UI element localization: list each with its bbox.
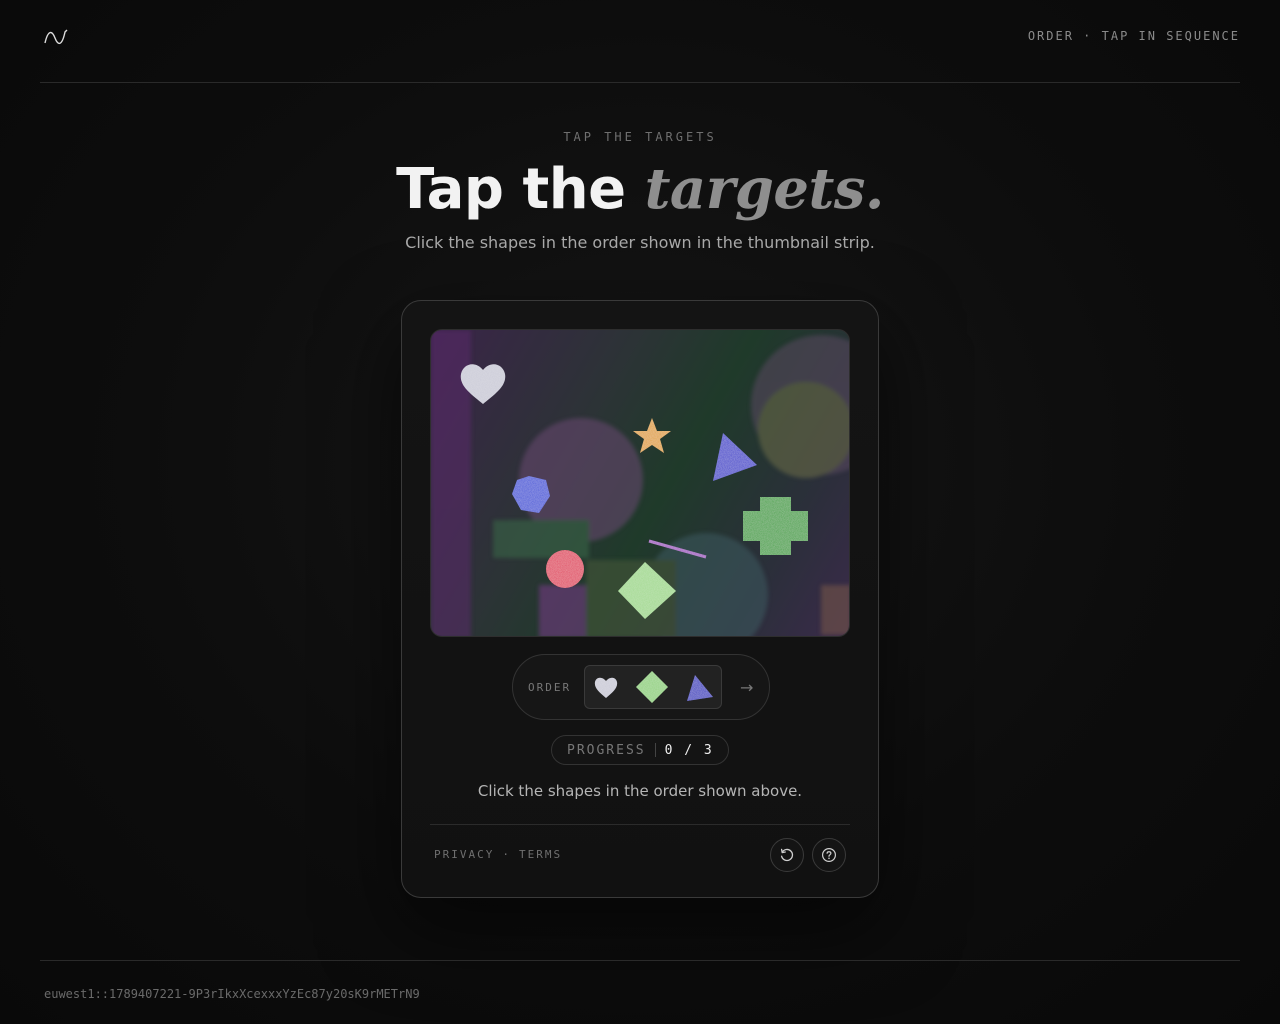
help-icon	[821, 847, 837, 863]
header-tagline: ORDER · TAP IN SEQUENCE	[1027, 29, 1240, 43]
diamond-icon	[635, 671, 668, 703]
order-label: ORDER	[528, 680, 572, 694]
star-shape[interactable]	[633, 418, 671, 453]
footer-divider	[40, 960, 1240, 961]
session-id: euwest1::1789407221-9P3rIkxXcexxxYzEc87y…	[44, 987, 420, 1001]
progress-separator	[654, 743, 656, 757]
order-thumbnails	[584, 665, 722, 709]
headline-accent: targets.	[644, 156, 885, 222]
instruction-text: Click the shapes in the order shown abov…	[477, 782, 803, 800]
order-strip: ORDER →	[512, 654, 770, 720]
progress-label: PROGRESS	[567, 742, 646, 758]
privacy-link[interactable]: PRIVACY	[434, 848, 494, 861]
refresh-icon	[780, 848, 794, 862]
heart-icon	[595, 677, 618, 698]
challenge-canvas-svg[interactable]	[431, 330, 850, 637]
challenge-canvas[interactable]	[430, 329, 850, 637]
help-button[interactable]	[812, 838, 846, 872]
card-divider	[430, 824, 850, 825]
wave-logo-icon[interactable]	[43, 26, 69, 46]
challenge-card: ORDER → PROGRESS 0 / 3 Click the shapes …	[401, 300, 879, 898]
link-separator: ·	[502, 848, 511, 861]
cross-shape[interactable]	[743, 497, 808, 555]
triangle-shape[interactable]	[713, 433, 757, 481]
terms-link[interactable]: TERMS	[519, 848, 562, 861]
page-title: Tap the targets.	[0, 154, 1280, 225]
triangle-icon	[686, 675, 713, 701]
headline-main: Tap the	[396, 157, 626, 222]
arrow-right-icon: →	[740, 677, 754, 697]
page-subtitle: Click the shapes in the order shown in t…	[405, 233, 875, 252]
eyebrow: TAP THE TARGETS	[563, 130, 717, 144]
legal-links: PRIVACY · TERMS	[434, 848, 562, 861]
top-bar: ORDER · TAP IN SEQUENCE	[40, 0, 1240, 83]
hero: TAP THE TARGETS Tap the targets. Click t…	[0, 130, 1280, 252]
circle-shape[interactable]	[546, 550, 584, 588]
refresh-button[interactable]	[770, 838, 804, 872]
progress-value: 0 / 3	[664, 742, 714, 758]
progress-indicator: PROGRESS 0 / 3	[551, 735, 729, 765]
